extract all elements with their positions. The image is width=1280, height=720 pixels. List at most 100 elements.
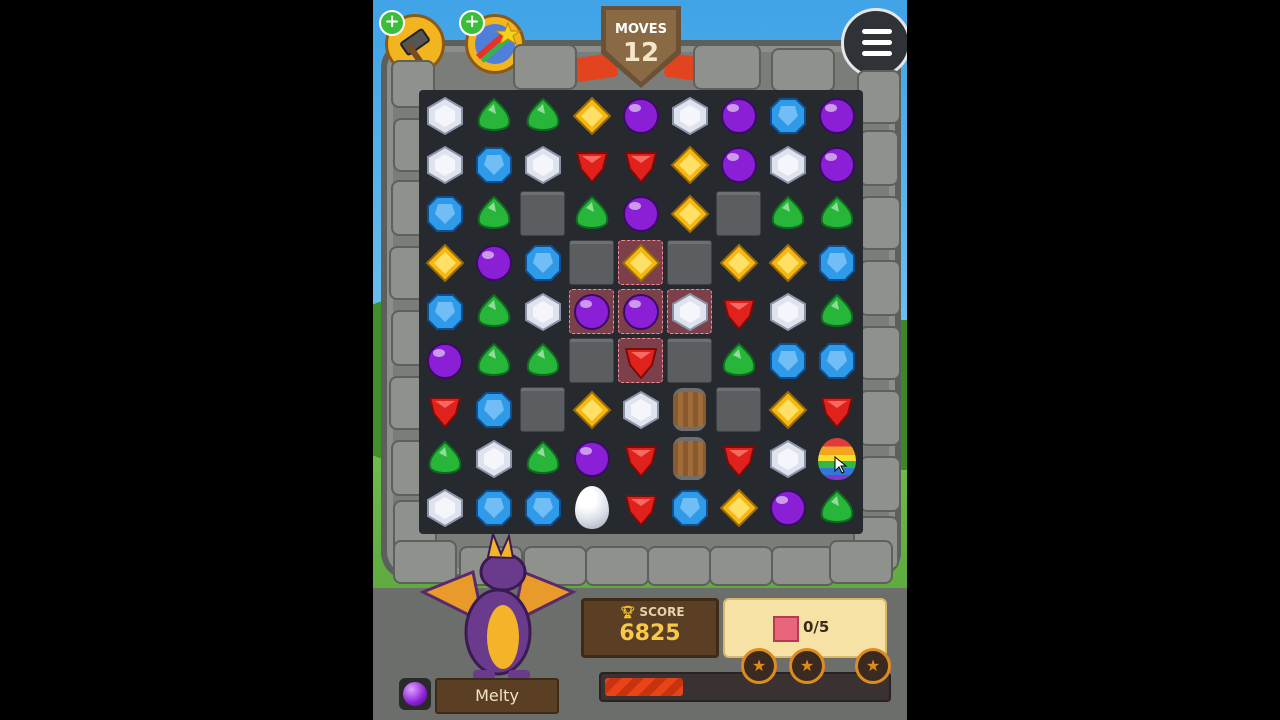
green-gem-cell[interactable] xyxy=(567,189,616,238)
green-gem-cell[interactable] xyxy=(518,336,567,385)
blue-gem-cell[interactable] xyxy=(812,336,861,385)
purple-gem-cell[interactable] xyxy=(714,140,763,189)
green-gem-icon xyxy=(477,97,510,131)
purple-gem-icon xyxy=(622,293,659,330)
white-gem-icon xyxy=(671,96,708,135)
white-gem-cell[interactable] xyxy=(420,91,469,140)
blue-gem-cell[interactable] xyxy=(469,483,518,532)
purple-gem-cell[interactable] xyxy=(763,483,812,532)
blue-gem-cell[interactable] xyxy=(469,140,518,189)
yellow-gem-cell[interactable] xyxy=(714,238,763,287)
red-gem-cell[interactable] xyxy=(714,287,763,336)
white-gem-cell[interactable] xyxy=(469,434,518,483)
red-gem-cell[interactable] xyxy=(616,336,665,385)
blue-gem-cell[interactable] xyxy=(518,238,567,287)
red-gem-cell[interactable] xyxy=(567,140,616,189)
purple-gem-cell[interactable] xyxy=(616,91,665,140)
yellow-gem-cell[interactable] xyxy=(665,189,714,238)
dragon-name-plate: Melty xyxy=(435,678,559,714)
white-gem-cell[interactable] xyxy=(665,287,714,336)
purple-gem-cell[interactable] xyxy=(567,434,616,483)
green-gem-cell[interactable] xyxy=(420,434,469,483)
red-gem-cell[interactable] xyxy=(812,385,861,434)
egg-cell[interactable] xyxy=(567,483,616,532)
blue-gem-cell[interactable] xyxy=(420,287,469,336)
green-gem-icon xyxy=(820,195,853,229)
blue-gem-cell[interactable] xyxy=(763,91,812,140)
white-gem-cell[interactable] xyxy=(616,385,665,434)
green-gem-cell[interactable] xyxy=(812,287,861,336)
red-gem-icon xyxy=(624,151,657,184)
blue-gem-cell[interactable] xyxy=(469,385,518,434)
red-gem-icon xyxy=(820,396,853,429)
green-gem-icon xyxy=(428,440,461,474)
purple-gem-cell[interactable] xyxy=(616,189,665,238)
add-star-booster-button[interactable]: + xyxy=(459,10,485,36)
blue-gem-cell[interactable] xyxy=(763,336,812,385)
white-gem-cell[interactable] xyxy=(518,140,567,189)
green-gem-cell[interactable] xyxy=(469,91,518,140)
purple-gem-icon xyxy=(818,97,855,134)
blue-gem-icon xyxy=(818,342,855,379)
yellow-gem-cell[interactable] xyxy=(763,238,812,287)
blue-gem-cell[interactable] xyxy=(420,189,469,238)
blue-gem-cell[interactable] xyxy=(812,238,861,287)
yellow-gem-cell[interactable] xyxy=(420,238,469,287)
yellow-gem-cell[interactable] xyxy=(616,238,665,287)
red-gem-cell[interactable] xyxy=(420,385,469,434)
star-milestone-3: ★ xyxy=(855,648,891,684)
wall-stone xyxy=(771,546,835,586)
add-hammer-button[interactable]: + xyxy=(379,10,405,36)
stone-block-cell xyxy=(665,336,714,385)
white-gem-cell[interactable] xyxy=(763,287,812,336)
purple-gem-cell[interactable] xyxy=(469,238,518,287)
rainbow-gem-cell[interactable] xyxy=(812,434,861,483)
white-gem-icon xyxy=(769,145,806,184)
green-gem-cell[interactable] xyxy=(763,189,812,238)
green-gem-icon xyxy=(722,342,755,376)
blue-gem-icon xyxy=(818,244,855,281)
white-gem-cell[interactable] xyxy=(420,483,469,532)
red-gem-cell[interactable] xyxy=(714,434,763,483)
blue-gem-cell[interactable] xyxy=(665,483,714,532)
yellow-gem-cell[interactable] xyxy=(567,385,616,434)
red-gem-icon xyxy=(624,445,657,478)
stone-block-cell xyxy=(518,189,567,238)
white-gem-cell[interactable] xyxy=(420,140,469,189)
star-milestone-2: ★ xyxy=(789,648,825,684)
menu-button[interactable] xyxy=(841,8,907,78)
red-gem-cell[interactable] xyxy=(616,140,665,189)
green-gem-cell[interactable] xyxy=(518,91,567,140)
red-gem-cell[interactable] xyxy=(616,434,665,483)
purple-gem-cell[interactable] xyxy=(812,140,861,189)
green-gem-cell[interactable] xyxy=(518,434,567,483)
yellow-gem-icon xyxy=(719,488,758,527)
yellow-gem-icon xyxy=(621,243,660,282)
blue-gem-cell[interactable] xyxy=(518,483,567,532)
red-gem-cell[interactable] xyxy=(616,483,665,532)
purple-orb-icon xyxy=(403,682,427,706)
green-gem-cell[interactable] xyxy=(714,336,763,385)
white-gem-cell[interactable] xyxy=(763,140,812,189)
purple-gem-cell[interactable] xyxy=(812,91,861,140)
stone-block-cell xyxy=(714,385,763,434)
green-gem-cell[interactable] xyxy=(812,483,861,532)
purple-gem-cell[interactable] xyxy=(420,336,469,385)
yellow-gem-cell[interactable] xyxy=(665,140,714,189)
purple-gem-cell[interactable] xyxy=(714,91,763,140)
wall-stone xyxy=(859,130,899,186)
green-gem-cell[interactable] xyxy=(469,336,518,385)
yellow-gem-cell[interactable] xyxy=(763,385,812,434)
white-gem-cell[interactable] xyxy=(763,434,812,483)
yellow-gem-cell[interactable] xyxy=(714,483,763,532)
green-gem-cell[interactable] xyxy=(469,287,518,336)
white-gem-cell[interactable] xyxy=(518,287,567,336)
wall-stone xyxy=(859,196,901,250)
purple-gem-cell[interactable] xyxy=(616,287,665,336)
purple-gem-cell[interactable] xyxy=(567,287,616,336)
yellow-gem-icon xyxy=(670,145,709,184)
yellow-gem-cell[interactable] xyxy=(567,91,616,140)
green-gem-cell[interactable] xyxy=(469,189,518,238)
white-gem-cell[interactable] xyxy=(665,91,714,140)
green-gem-cell[interactable] xyxy=(812,189,861,238)
